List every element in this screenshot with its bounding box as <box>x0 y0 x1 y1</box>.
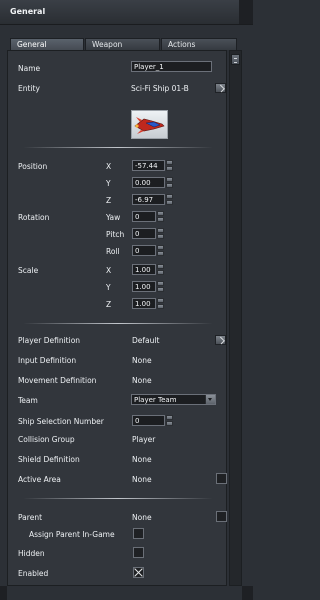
player-definition-label: Player Definition <box>18 336 81 345</box>
rotation-yaw-stepper[interactable] <box>157 211 164 222</box>
separator-2 <box>23 323 213 324</box>
ship-selection-number-label: Ship Selection Number <box>18 417 104 426</box>
position-x-label: X <box>106 162 112 171</box>
assign-parent-label: Assign Parent In-Game <box>29 530 115 539</box>
collision-group-label: Collision Group <box>18 435 75 444</box>
scale-x-input[interactable]: 1.00 <box>132 264 156 275</box>
player-definition-value: Default <box>132 336 160 345</box>
movement-definition-label: Movement Definition <box>18 376 97 385</box>
properties-panel: Name Player_1 Entity Sci-Fi Ship 01-B Po… <box>7 50 227 586</box>
scale-x-stepper[interactable] <box>157 264 164 275</box>
player-definition-browse-button[interactable] <box>215 335 226 345</box>
input-definition-value: None <box>132 356 152 365</box>
enabled-label: Enabled <box>18 569 49 578</box>
scale-z-stepper[interactable] <box>157 298 164 309</box>
position-x-input[interactable]: -57.44 <box>132 160 165 171</box>
ship-selection-number-input[interactable]: 0 <box>132 415 165 426</box>
spaceship-thumbnail-icon <box>134 117 165 134</box>
collision-group-value: Player <box>132 435 156 444</box>
window-titlebar: General <box>0 0 253 25</box>
position-z-input[interactable]: -6.97 <box>132 194 165 205</box>
hidden-checkbox[interactable] <box>133 547 144 558</box>
position-z-stepper[interactable] <box>166 194 173 205</box>
scale-y-label: Y <box>106 283 111 292</box>
movement-definition-value: None <box>132 376 152 385</box>
position-y-input[interactable]: 0.00 <box>132 177 165 188</box>
parent-label: Parent <box>18 513 43 522</box>
position-y-label: Y <box>106 179 111 188</box>
scale-y-input[interactable]: 1.00 <box>132 281 156 292</box>
frame-corner-left <box>0 586 7 600</box>
scale-x-label: X <box>106 266 112 275</box>
position-x-stepper[interactable] <box>166 160 173 171</box>
scale-label: Scale <box>18 266 39 275</box>
hidden-label: Hidden <box>18 549 45 558</box>
position-y-stepper[interactable] <box>166 177 173 188</box>
tab-weapon-label: Weapon <box>92 40 123 49</box>
scrollbar-thumb[interactable] <box>231 54 240 65</box>
active-area-checkbox[interactable] <box>216 473 227 484</box>
scale-z-input[interactable]: 1.00 <box>132 298 156 309</box>
chevron-down-icon[interactable] <box>205 395 215 404</box>
ship-selection-number-stepper[interactable] <box>166 415 173 426</box>
tab-actions[interactable]: Actions <box>161 38 237 50</box>
active-area-label: Active Area <box>18 475 61 484</box>
tab-weapon[interactable]: Weapon <box>85 38 160 50</box>
scale-y-stepper[interactable] <box>157 281 164 292</box>
rotation-label: Rotation <box>18 213 50 222</box>
entity-browse-button[interactable] <box>215 83 226 93</box>
rotation-pitch-label: Pitch <box>106 230 125 239</box>
scale-z-label: Z <box>106 300 112 309</box>
position-label: Position <box>18 162 48 171</box>
active-area-value: None <box>132 475 152 484</box>
rotation-pitch-stepper[interactable] <box>157 228 164 239</box>
vertical-scrollbar[interactable] <box>229 50 242 586</box>
separator-3 <box>23 498 213 499</box>
shield-definition-value: None <box>132 455 152 464</box>
rotation-roll-label: Roll <box>106 247 120 256</box>
rotation-roll-input[interactable]: 0 <box>132 245 156 256</box>
tab-general-label: General <box>17 40 47 49</box>
entity-value: Sci-Fi Ship 01-B <box>131 84 189 93</box>
separator-1 <box>23 147 213 148</box>
assign-parent-checkbox[interactable] <box>133 528 144 539</box>
titlebar-corner <box>239 0 253 24</box>
position-z-label: Z <box>106 196 112 205</box>
name-input[interactable]: Player_1 <box>131 61 212 72</box>
rotation-roll-stepper[interactable] <box>157 245 164 256</box>
parent-checkbox[interactable] <box>216 511 227 522</box>
rotation-yaw-input[interactable]: 0 <box>132 211 156 222</box>
entity-label: Entity <box>18 84 40 93</box>
name-label: Name <box>18 64 41 73</box>
entity-thumbnail[interactable] <box>131 110 168 139</box>
shield-definition-label: Shield Definition <box>18 455 80 464</box>
frame-corner-right <box>242 586 253 600</box>
enabled-checkbox[interactable] <box>133 567 144 578</box>
rotation-yaw-label: Yaw <box>106 213 121 222</box>
team-select-value: Player Team <box>134 396 177 404</box>
rotation-pitch-input[interactable]: 0 <box>132 228 156 239</box>
team-select[interactable]: Player Team <box>131 394 216 405</box>
window-title: General <box>10 7 46 16</box>
tab-actions-label: Actions <box>168 40 196 49</box>
tab-general[interactable]: General <box>10 38 84 50</box>
parent-value: None <box>132 513 152 522</box>
input-definition-label: Input Definition <box>18 356 77 365</box>
team-label: Team <box>18 396 38 405</box>
